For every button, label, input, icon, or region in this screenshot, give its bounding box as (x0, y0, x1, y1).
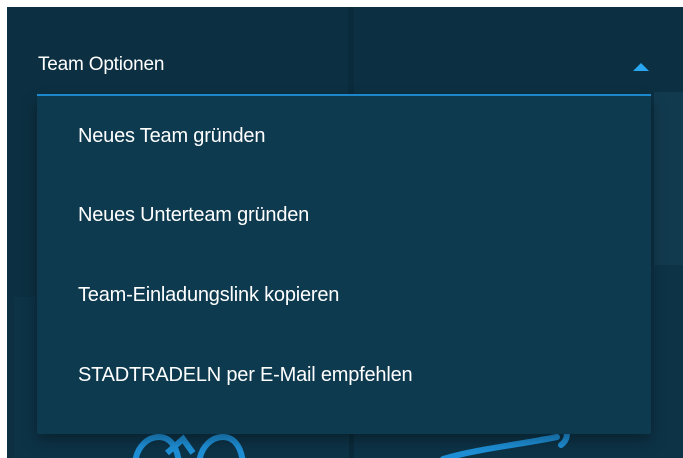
menu-item-recommend-by-email[interactable]: STADTRADELN per E-Mail empfehlen (37, 335, 651, 415)
background-card-edge (654, 92, 683, 267)
menu-item-new-team[interactable]: Neues Team gründen (37, 96, 651, 176)
menu-item-copy-invite-link[interactable]: Team-Einladungslink kopieren (37, 255, 651, 335)
team-options-label: Team Optionen (38, 54, 165, 75)
menu-item-label: Team-Einladungslink kopieren (78, 284, 340, 306)
menu-item-new-subteam[interactable]: Neues Unterteam gründen (37, 175, 651, 255)
menu-item-label: Neues Team gründen (78, 125, 266, 147)
caret-up-icon[interactable] (633, 63, 649, 71)
team-options-select[interactable]: Team Optionen (37, 45, 651, 96)
team-options-menu: Neues Team gründen Neues Unterteam gründ… (37, 96, 651, 434)
menu-item-label: STADTRADELN per E-Mail empfehlen (78, 364, 413, 386)
menu-item-label: Neues Unterteam gründen (78, 204, 310, 226)
team-options-panel: Team Optionen Neues Team gründen Neues U… (7, 7, 683, 458)
